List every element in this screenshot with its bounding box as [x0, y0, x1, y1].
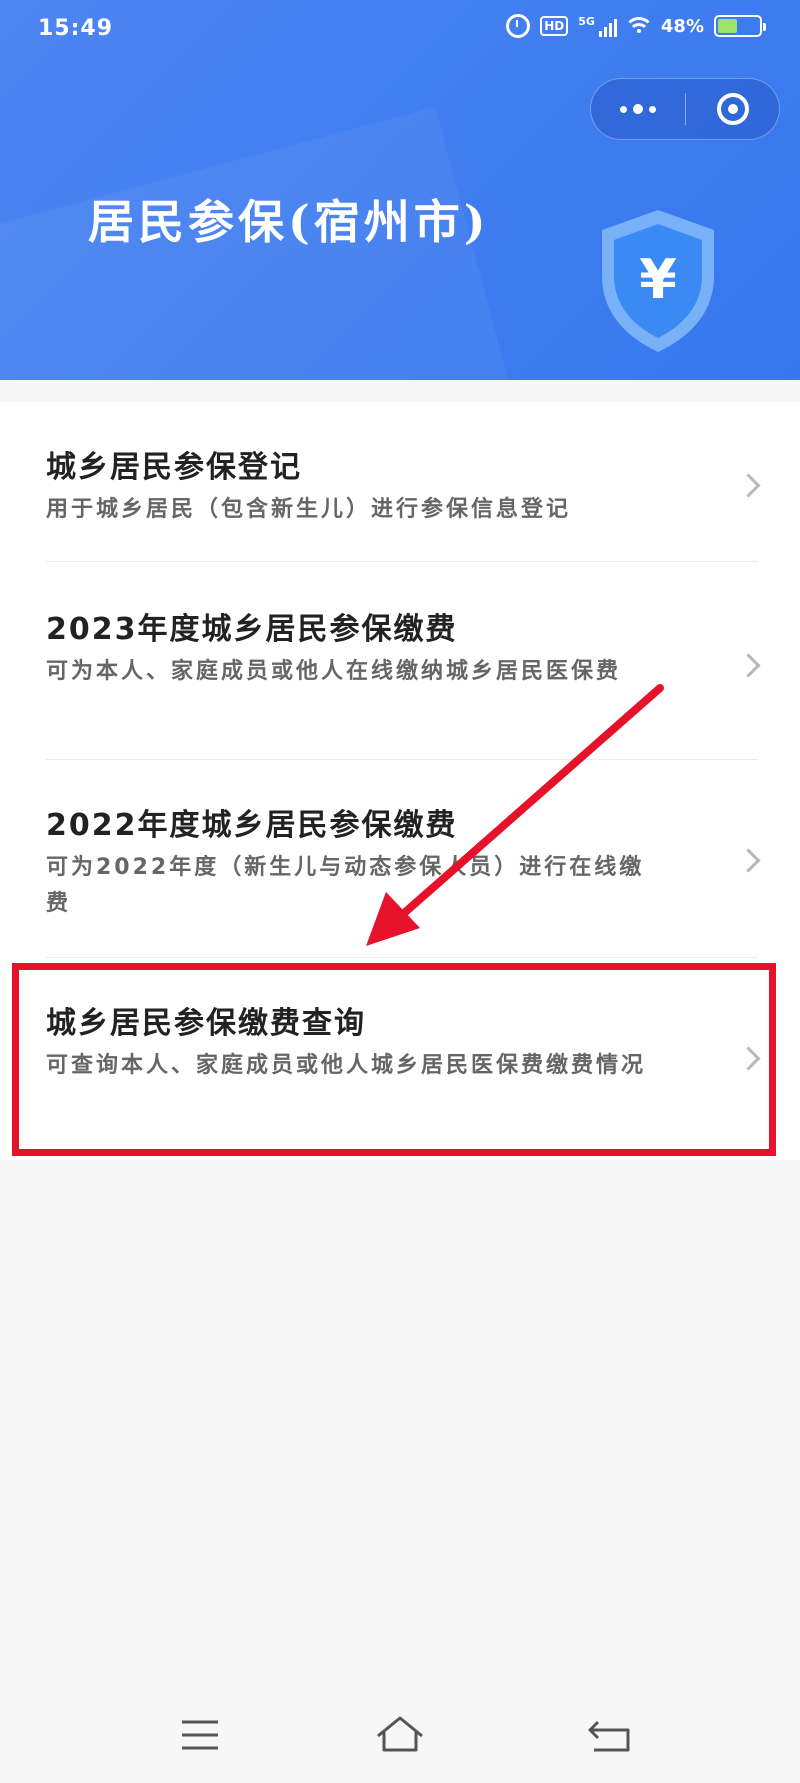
more-dots-icon[interactable] [591, 79, 685, 139]
miniprogram-capsule [590, 78, 780, 140]
menu-icon[interactable] [170, 1710, 230, 1760]
chevron-right-icon [736, 1046, 761, 1071]
chevron-right-icon [736, 473, 761, 498]
menu-item-payment-query[interactable]: 城乡居民参保缴费查询 可查询本人、家庭成员或他人城乡居民医保费缴费情况 [0, 958, 800, 1158]
system-nav-bar [0, 1680, 800, 1783]
shield-yen-icon: ¥ [602, 210, 714, 352]
menu-item-title: 城乡居民参保缴费查询 [46, 1006, 366, 1041]
status-time: 15:49 [38, 16, 114, 41]
menu-item-title: 2022年度城乡居民参保缴费 [46, 808, 458, 843]
alarm-icon [506, 14, 531, 38]
signal-icon: 5G [578, 15, 617, 37]
menu-item-title: 2023年度城乡居民参保缴费 [46, 612, 458, 647]
battery-icon [714, 15, 766, 37]
home-icon[interactable] [370, 1710, 430, 1760]
menu-list: 城乡居民参保登记 用于城乡居民（包含新生儿）进行参保信息登记 2023年度城乡居… [0, 402, 800, 1160]
status-bar: 15:49 HD 5G 48% [0, 0, 800, 60]
capsule-divider [685, 93, 686, 125]
header-banner: 15:49 HD 5G 48% 居民参保(宿州市) ¥ [0, 0, 800, 380]
page-title: 居民参保(宿州市) [88, 195, 490, 249]
close-target-icon[interactable] [687, 79, 779, 139]
back-icon[interactable] [580, 1710, 640, 1760]
wifi-icon [623, 17, 654, 35]
menu-item-desc: 用于城乡居民（包含新生儿）进行参保信息登记 [46, 497, 572, 522]
menu-item-desc: 可为2022年度（新生儿与动态参保人员）进行在线缴费 [46, 855, 645, 916]
network-type: 5G [578, 15, 595, 28]
battery-fill [718, 19, 738, 33]
menu-item-2022-payment[interactable]: 2022年度城乡居民参保缴费 可为2022年度（新生儿与动态参保人员）进行在线缴… [0, 760, 800, 956]
menu-item-registration[interactable]: 城乡居民参保登记 用于城乡居民（包含新生儿）进行参保信息登记 [0, 402, 800, 560]
hd-icon: HD [540, 16, 569, 36]
menu-item-2023-payment[interactable]: 2023年度城乡居民参保缴费 可为本人、家庭成员或他人在线缴纳城乡居民医保费 [0, 562, 800, 758]
shield-symbol: ¥ [639, 248, 677, 311]
menu-item-title: 城乡居民参保登记 [46, 450, 302, 485]
menu-item-desc: 可为本人、家庭成员或他人在线缴纳城乡居民医保费 [46, 659, 622, 684]
chevron-right-icon [736, 848, 761, 873]
menu-item-desc: 可查询本人、家庭成员或他人城乡居民医保费缴费情况 [46, 1053, 647, 1078]
battery-percent: 48% [660, 15, 704, 37]
chevron-right-icon [736, 653, 761, 678]
